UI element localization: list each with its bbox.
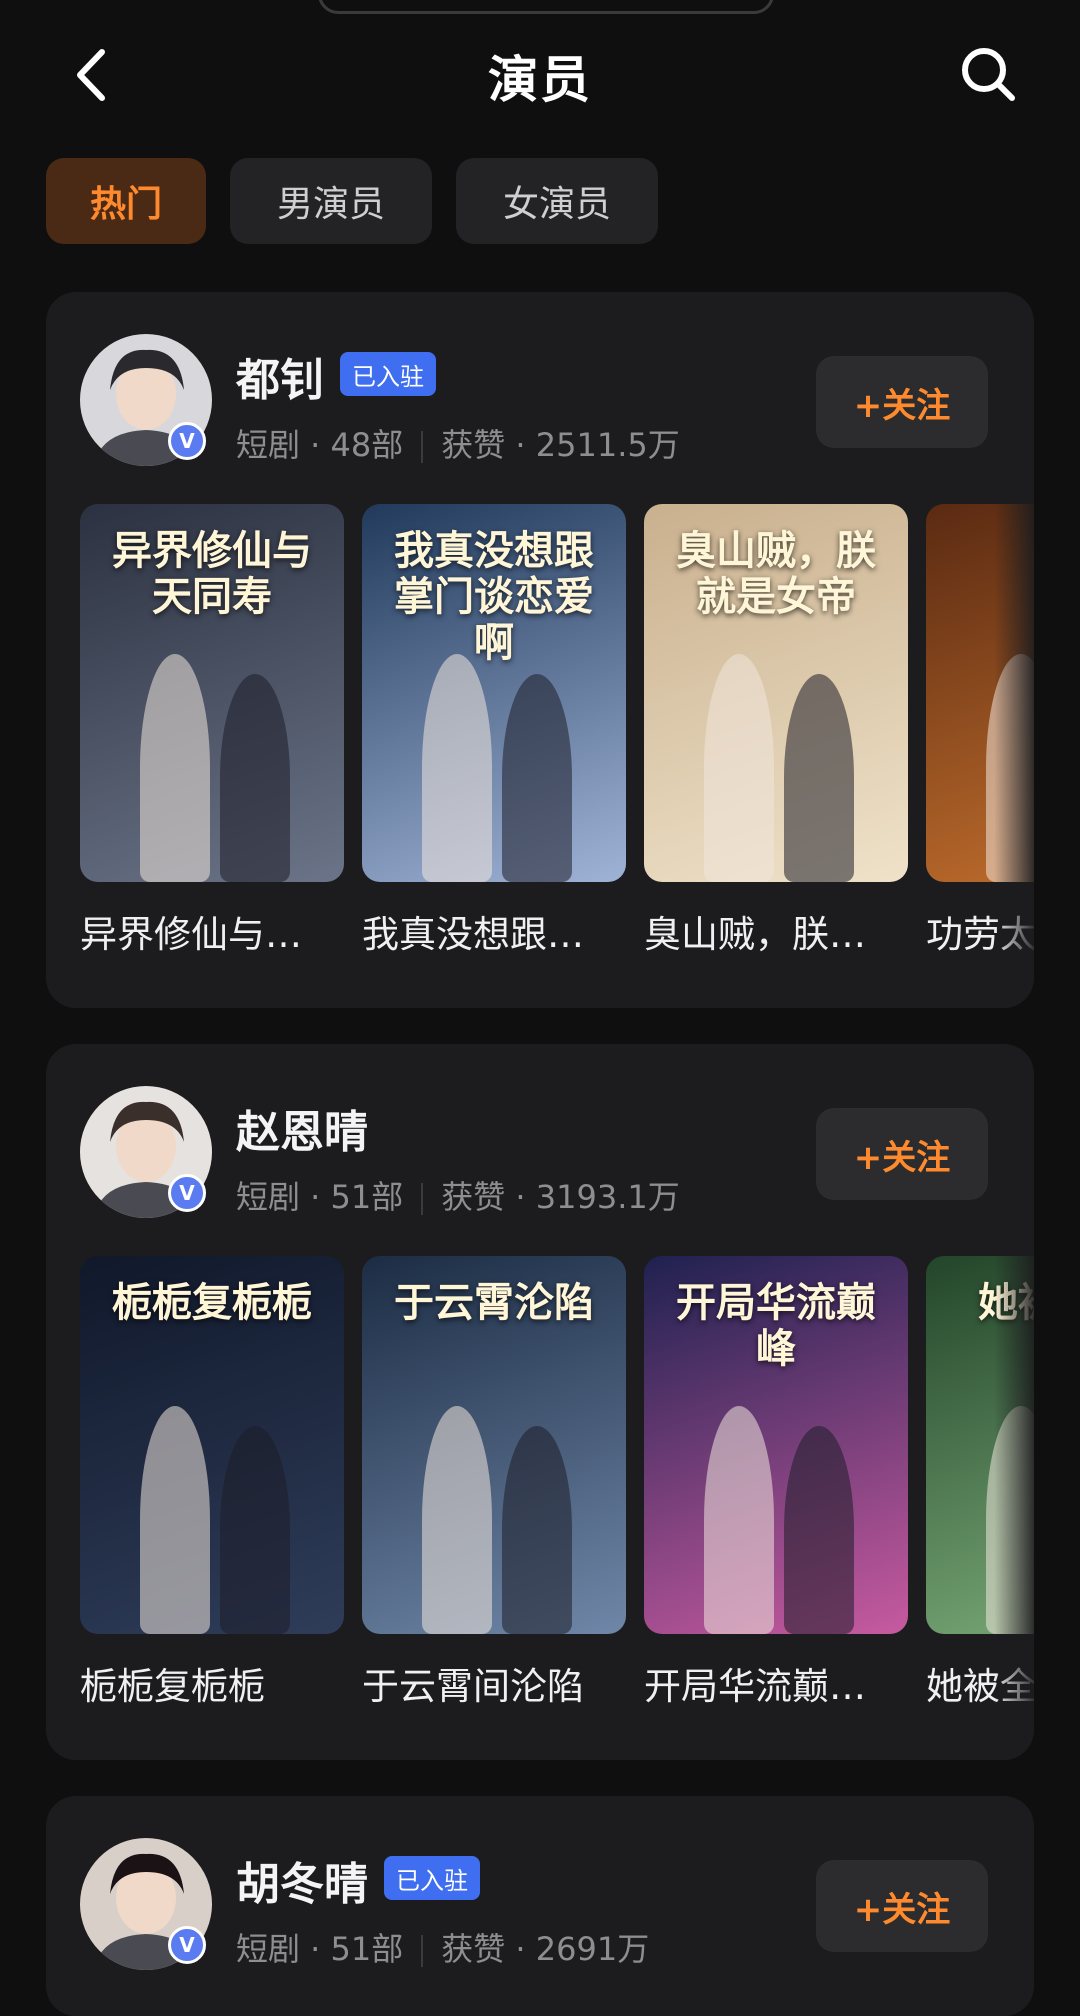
poster-figure xyxy=(704,654,774,882)
drama-poster-row[interactable]: 栀栀复栀栀 栀栀复栀栀 于云霄沦陷 于云霄间沦陷 开局华流巅峰 开局华流巅… 她… xyxy=(80,1256,1034,1736)
search-icon xyxy=(962,48,1015,101)
follow-button[interactable]: +关注 xyxy=(816,1108,988,1200)
poster-art-title: 于云霄沦陷 xyxy=(394,1279,594,1326)
verified-icon: V xyxy=(168,1926,206,1964)
drama-poster-row[interactable]: 异界修仙与天同寿 异界修仙与… 我真没想跟掌门谈恋爱啊 我真没想跟… 臭山贼，朕… xyxy=(80,504,1034,984)
poster-art-title: 臭山贼，朕就是女帝 xyxy=(676,527,876,620)
drama-title[interactable]: 臭山贼，朕… xyxy=(644,904,908,958)
poster-image: 于云霄沦陷 xyxy=(362,1256,626,1634)
poster-figure xyxy=(422,1406,492,1634)
scroll-fade xyxy=(994,504,1034,984)
poster-image: 开局华流巅峰 xyxy=(644,1256,908,1634)
verified-icon: V xyxy=(168,1174,206,1212)
top-bar: 演员 xyxy=(0,30,1080,120)
poster-figure xyxy=(784,1426,854,1634)
stats-divider xyxy=(421,431,424,463)
follow-button[interactable]: +关注 xyxy=(816,1860,988,1952)
drama-count: 短剧 · 51部 xyxy=(236,1178,404,1216)
poster-figure xyxy=(704,1406,774,1634)
poster-figure xyxy=(502,1426,572,1634)
like-count: 获赞 · 3193.1万 xyxy=(441,1178,680,1216)
actor-card[interactable]: V 胡冬晴 已入驻 短剧 · 51部 获赞 · 2691万 +关注 xyxy=(46,1796,1034,2016)
page-title: 演员 xyxy=(488,51,592,109)
drama-title[interactable]: 栀栀复栀栀 xyxy=(80,1656,344,1710)
poster-figure xyxy=(784,674,854,882)
tab-female-actors[interactable]: 女演员 xyxy=(456,158,658,244)
like-count: 获赞 · 2691万 xyxy=(441,1930,650,1968)
search-button[interactable] xyxy=(958,44,1018,104)
camera-notch xyxy=(318,0,774,14)
drama-poster[interactable]: 异界修仙与天同寿 异界修仙与… xyxy=(80,504,344,956)
drama-title[interactable]: 于云霄间沦陷 xyxy=(362,1656,626,1710)
poster-art-title: 栀栀复栀栀 xyxy=(112,1279,312,1326)
joined-badge: 已入驻 xyxy=(340,352,436,396)
poster-image: 我真没想跟掌门谈恋爱啊 xyxy=(362,504,626,882)
poster-figure xyxy=(140,1406,210,1634)
drama-count: 短剧 · 48部 xyxy=(236,426,404,464)
actor-name: 都钊 xyxy=(236,355,324,406)
tab-hot[interactable]: 热门 xyxy=(46,158,206,244)
actor-name: 赵恩晴 xyxy=(236,1107,368,1158)
drama-poster[interactable]: 栀栀复栀栀 栀栀复栀栀 xyxy=(80,1256,344,1708)
drama-poster[interactable]: 于云霄沦陷 于云霄间沦陷 xyxy=(362,1256,626,1708)
poster-art-title: 我真没想跟掌门谈恋爱啊 xyxy=(394,527,594,666)
poster-figure xyxy=(220,1426,290,1634)
drama-title[interactable]: 我真没想跟… xyxy=(362,904,626,958)
actor-stats: 短剧 · 48部 获赞 · 2511.5万 xyxy=(236,420,680,466)
poster-figure xyxy=(422,654,492,882)
drama-title[interactable]: 异界修仙与… xyxy=(80,904,344,958)
actor-card[interactable]: V 赵恩晴 短剧 · 51部 获赞 · 3193.1万 +关注 栀栀复栀栀 栀栀复栀… xyxy=(46,1044,1034,1760)
actor-stats: 短剧 · 51部 获赞 · 2691万 xyxy=(236,1924,649,1970)
drama-poster[interactable]: 我真没想跟掌门谈恋爱啊 我真没想跟… xyxy=(362,504,626,956)
drama-count: 短剧 · 51部 xyxy=(236,1930,404,1968)
actor-card[interactable]: V 都钊 已入驻 短剧 · 48部 获赞 · 2511.5万 +关注 异界修仙与天同寿… xyxy=(46,292,1034,1008)
poster-figure xyxy=(220,674,290,882)
poster-art-title: 开局华流巅峰 xyxy=(676,1279,876,1372)
poster-figure xyxy=(140,654,210,882)
verified-icon: V xyxy=(168,422,206,460)
actor-name: 胡冬晴 xyxy=(236,1859,368,1910)
stats-divider xyxy=(421,1935,424,1967)
tab-male-actors[interactable]: 男演员 xyxy=(230,158,432,244)
poster-figure xyxy=(502,674,572,882)
poster-image: 栀栀复栀栀 xyxy=(80,1256,344,1634)
stats-divider xyxy=(421,1183,424,1215)
poster-image: 臭山贼，朕就是女帝 xyxy=(644,504,908,882)
follow-button[interactable]: +关注 xyxy=(816,356,988,448)
drama-poster[interactable]: 臭山贼，朕就是女帝 臭山贼，朕… xyxy=(644,504,908,956)
poster-art-title: 异界修仙与天同寿 xyxy=(112,527,312,620)
poster-image: 异界修仙与天同寿 xyxy=(80,504,344,882)
scroll-fade xyxy=(994,1256,1034,1736)
drama-title[interactable]: 开局华流巅… xyxy=(644,1656,908,1710)
like-count: 获赞 · 2511.5万 xyxy=(441,426,680,464)
actor-stats: 短剧 · 51部 获赞 · 3193.1万 xyxy=(236,1172,680,1218)
joined-badge: 已入驻 xyxy=(384,1856,480,1900)
drama-poster[interactable]: 开局华流巅峰 开局华流巅… xyxy=(644,1256,908,1708)
